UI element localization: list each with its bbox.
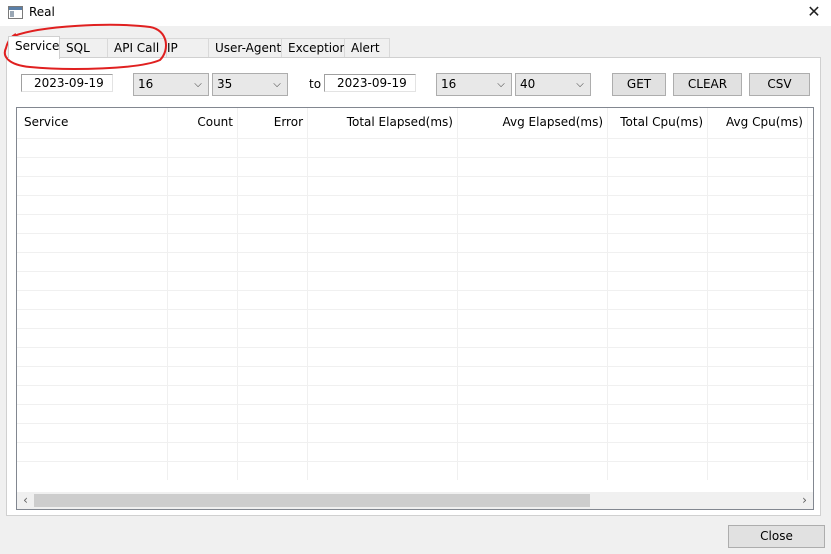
row-divider [17, 366, 813, 367]
row-divider [17, 423, 813, 424]
tab-api-call[interactable]: API Call [107, 38, 167, 57]
row-divider [17, 138, 813, 139]
column-header-total-cpu[interactable]: Total Cpu(ms) [608, 108, 708, 138]
chevron-down-icon: ⌵ [273, 79, 281, 90]
chevron-down-icon: ⌵ [576, 79, 584, 90]
row-divider [17, 461, 813, 462]
row-divider [17, 347, 813, 348]
from-hour-value: 16 [138, 77, 154, 91]
column-divider [457, 108, 458, 480]
column-divider [807, 108, 808, 480]
column-header-service[interactable]: Service [17, 108, 168, 138]
to-hour-select[interactable]: 16 ⌵ [436, 73, 512, 96]
row-divider [17, 442, 813, 443]
row-divider [17, 290, 813, 291]
scroll-right-icon[interactable]: › [796, 492, 813, 509]
to-label: to [309, 77, 322, 91]
column-divider [237, 108, 238, 480]
column-divider [167, 108, 168, 480]
window-icon [8, 6, 23, 19]
clear-button[interactable]: CLEAR [673, 73, 742, 96]
chevron-down-icon: ⌵ [194, 79, 202, 90]
tab-ip[interactable]: IP [166, 38, 209, 57]
to-hour-value: 16 [441, 77, 457, 91]
tab-alert[interactable]: Alert [344, 38, 390, 57]
to-date-field[interactable]: 2023-09-19 [324, 74, 416, 92]
tab-service[interactable]: Service [8, 36, 60, 59]
service-tab-panel: 2023-09-19 16 ⌵ 35 ⌵ to 2023-09-19 16 ⌵ … [6, 57, 821, 516]
column-header-count[interactable]: Count [168, 108, 238, 138]
to-minute-value: 40 [520, 77, 536, 91]
column-header-avg-cpu[interactable]: Avg Cpu(ms) [708, 108, 808, 138]
get-button[interactable]: GET [612, 73, 666, 96]
tab-sql[interactable]: SQL [59, 38, 108, 57]
row-divider [17, 233, 813, 234]
from-date-field[interactable]: 2023-09-19 [21, 74, 113, 92]
tab-exception[interactable]: Exception [281, 38, 347, 57]
row-divider [17, 214, 813, 215]
close-button[interactable]: Close [728, 525, 825, 548]
column-divider [607, 108, 608, 480]
to-minute-select[interactable]: 40 ⌵ [515, 73, 591, 96]
column-header-total-elapsed[interactable]: Total Elapsed(ms) [308, 108, 458, 138]
column-header-avg-elapsed[interactable]: Avg Elapsed(ms) [458, 108, 608, 138]
title-bar: Real ✕ [0, 0, 831, 26]
row-divider [17, 157, 813, 158]
row-divider [17, 328, 813, 329]
from-minute-select[interactable]: 35 ⌵ [212, 73, 288, 96]
row-divider [17, 176, 813, 177]
tab-user-agent[interactable]: User-Agent [208, 38, 282, 57]
from-minute-value: 35 [217, 77, 233, 91]
row-divider [17, 195, 813, 196]
row-divider [17, 385, 813, 386]
column-divider [307, 108, 308, 480]
row-divider [17, 309, 813, 310]
scroll-left-icon[interactable]: ‹ [17, 492, 34, 509]
csv-button[interactable]: CSV [749, 73, 810, 96]
scrollbar-thumb[interactable] [34, 494, 590, 507]
results-table[interactable]: Service Count Error Total Elapsed(ms) Av… [16, 107, 814, 510]
window-close-button[interactable]: ✕ [797, 0, 831, 26]
row-divider [17, 404, 813, 405]
column-divider [707, 108, 708, 480]
row-divider [17, 271, 813, 272]
horizontal-scrollbar[interactable]: ‹ › [17, 492, 813, 509]
from-hour-select[interactable]: 16 ⌵ [133, 73, 209, 96]
column-header-error[interactable]: Error [238, 108, 308, 138]
window-title: Real [29, 5, 55, 19]
row-divider [17, 252, 813, 253]
chevron-down-icon: ⌵ [497, 79, 505, 90]
